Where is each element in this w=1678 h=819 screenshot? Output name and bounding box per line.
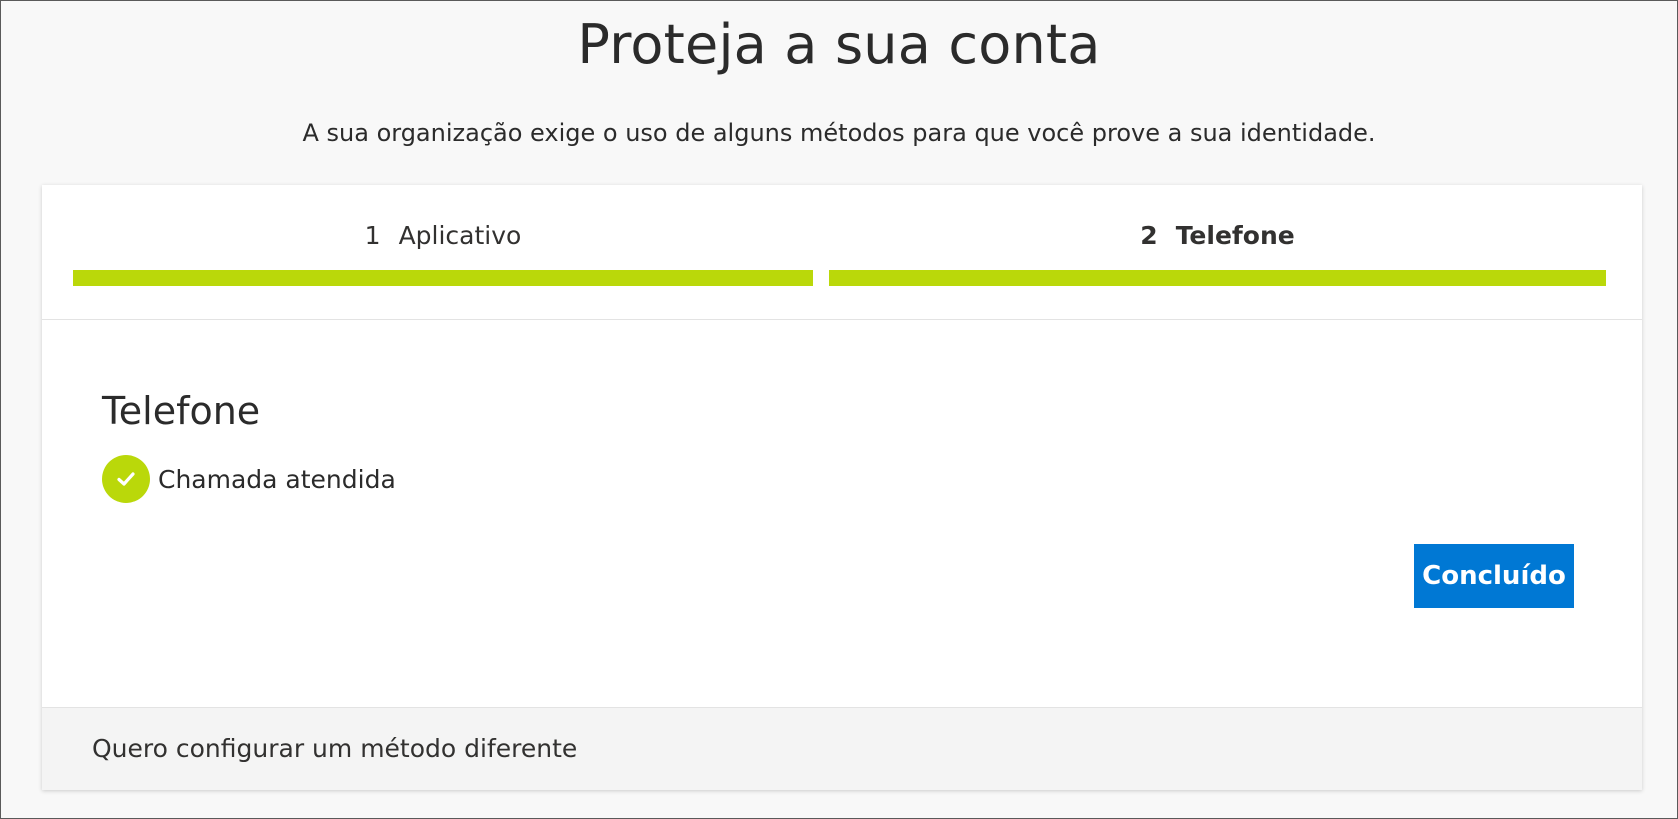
status-row: Chamada atendida xyxy=(102,455,396,503)
card-footer: Quero configurar um método diferente xyxy=(42,707,1642,790)
step-name: Aplicativo xyxy=(398,221,522,250)
checkmark-icon xyxy=(117,472,135,486)
done-button[interactable]: Concluído xyxy=(1414,544,1574,608)
step-number: 2 xyxy=(1140,221,1158,250)
setup-card: 1 Aplicativo 2 Telefone Telefone Chamada a… xyxy=(42,185,1642,790)
page-title: Proteja a sua conta xyxy=(577,13,1101,76)
page-subtitle: A sua organização exige o uso de alguns … xyxy=(302,119,1376,147)
step-app-progress-bar xyxy=(73,270,813,286)
section-title: Telefone xyxy=(102,389,261,433)
different-method-link[interactable]: Quero configurar um método diferente xyxy=(92,734,577,763)
step-phone: 2 Telefone xyxy=(829,185,1606,319)
step-name: Telefone xyxy=(1175,221,1295,250)
step-phone-label: 2 Telefone xyxy=(829,221,1606,250)
step-app-label: 1 Aplicativo xyxy=(73,221,813,250)
checkmark-circle-icon xyxy=(102,455,150,503)
status-text: Chamada atendida xyxy=(158,464,396,494)
step-app: 1 Aplicativo xyxy=(73,185,813,319)
step-number: 1 xyxy=(364,221,381,250)
step-progress: 1 Aplicativo 2 Telefone xyxy=(42,185,1642,320)
step-phone-progress-bar xyxy=(829,270,1606,286)
